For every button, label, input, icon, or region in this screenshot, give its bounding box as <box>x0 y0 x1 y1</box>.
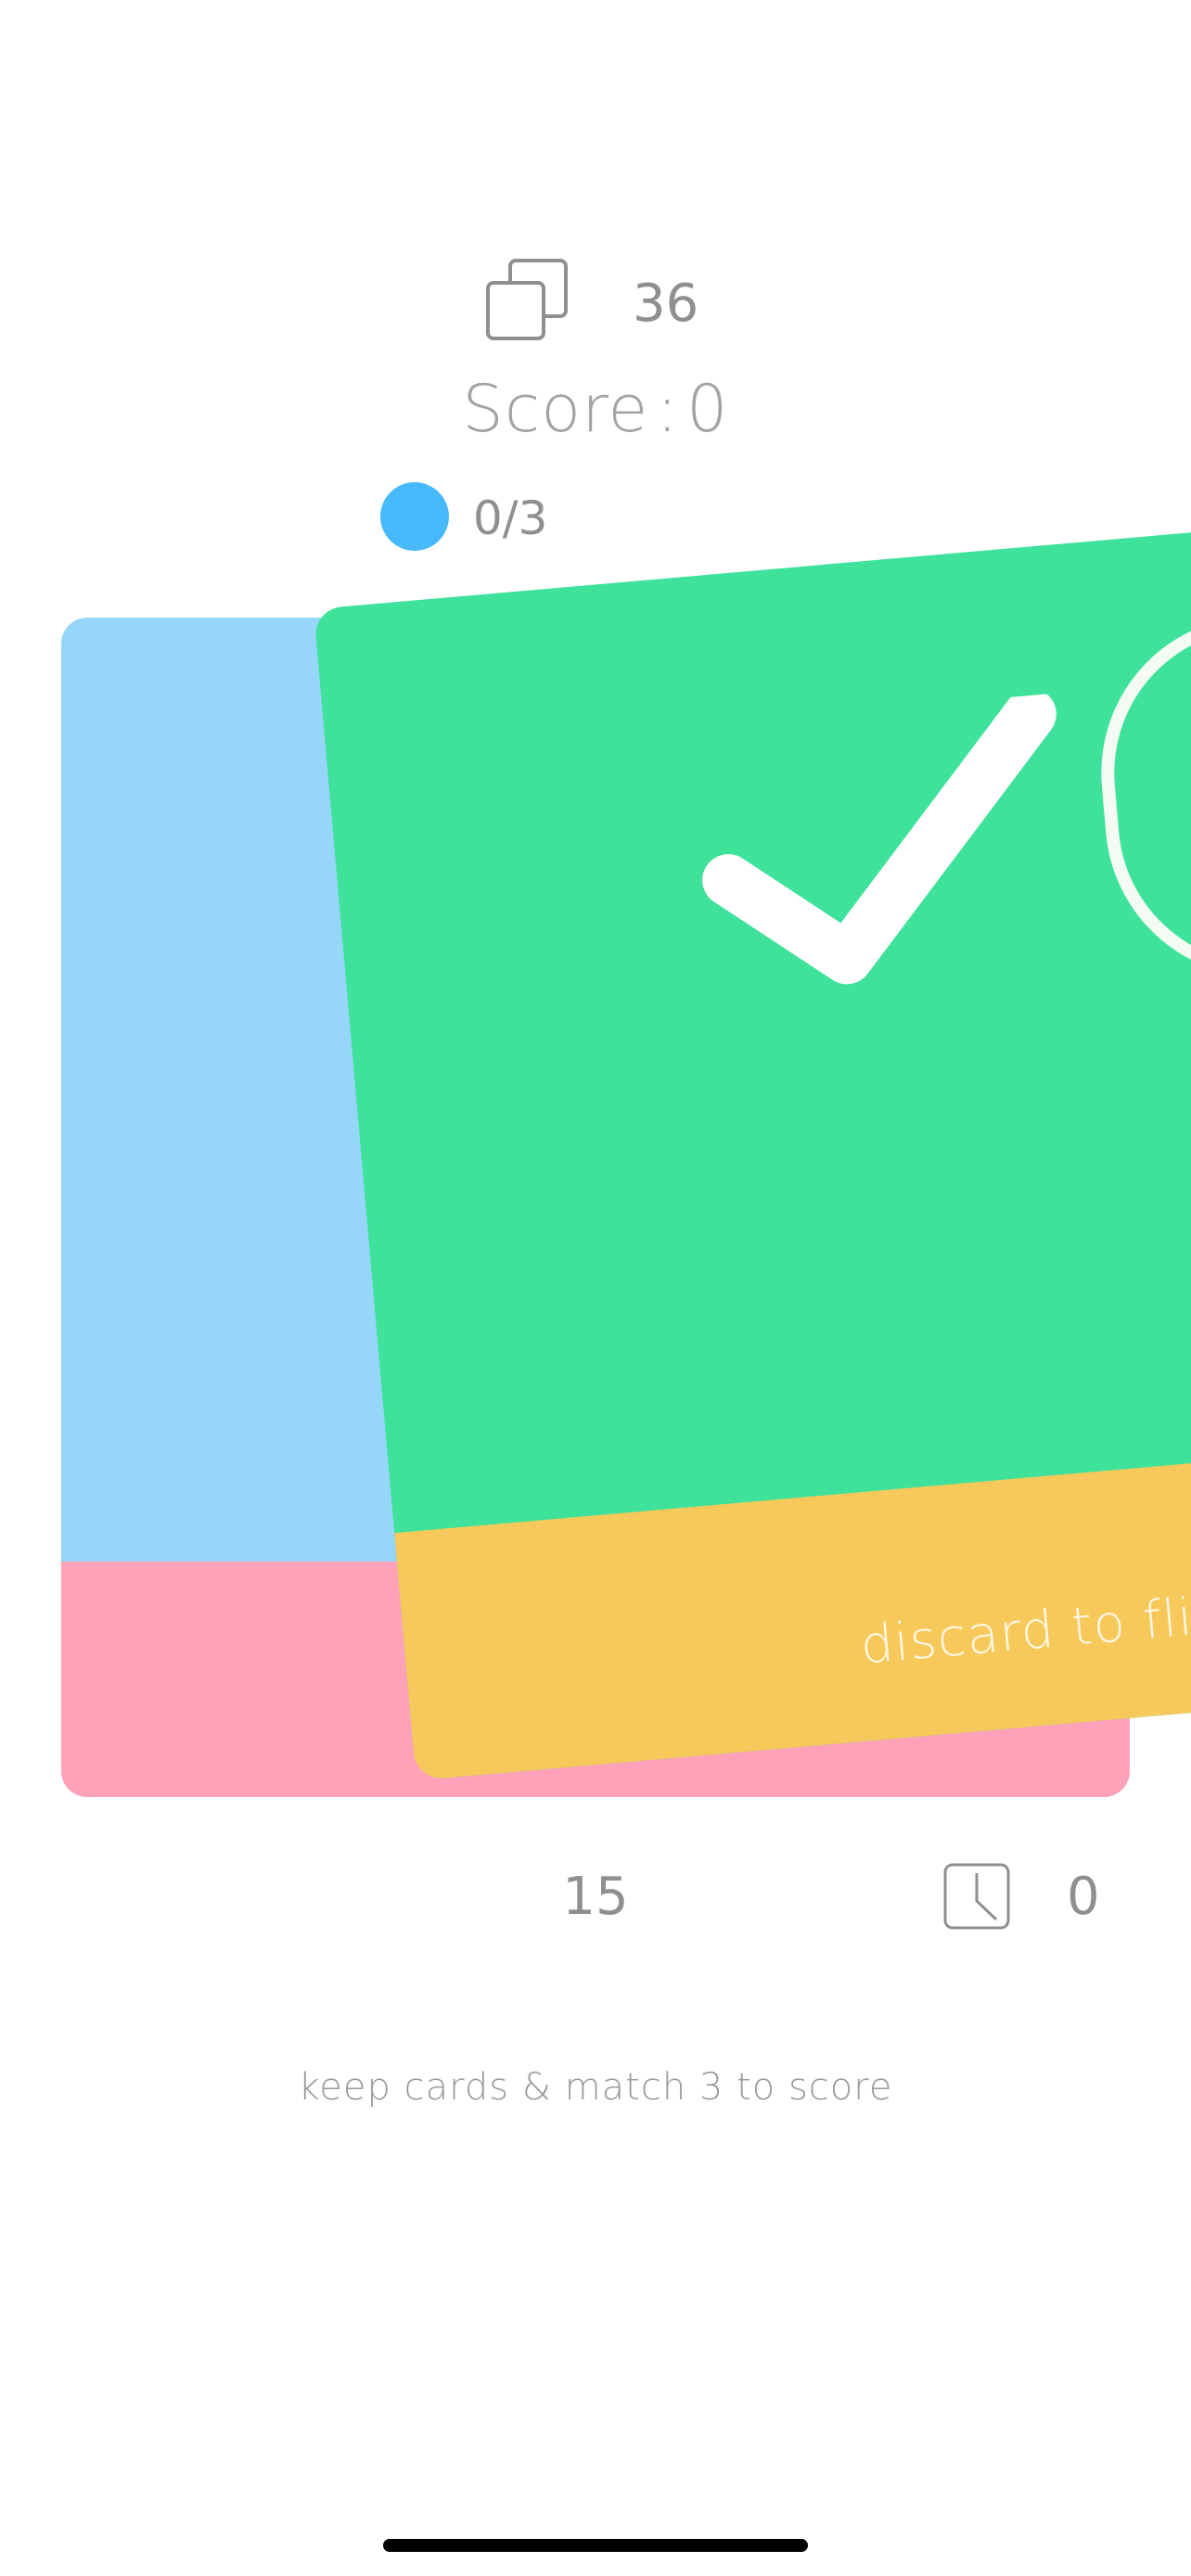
stacked-cards-icon <box>486 259 568 340</box>
discard-to-flip-label: discard to flip <box>857 1584 1191 1677</box>
clock-icon <box>943 1863 1010 1930</box>
home-indicator[interactable] <box>383 2539 808 2552</box>
front-card[interactable]: discard to flip <box>314 521 1191 1781</box>
hint-text: keep cards & match 3 to score <box>298 2066 893 2109</box>
score-separator: : <box>656 371 680 447</box>
score-display: Score:0 <box>0 371 1191 447</box>
deck-indicator: 36 <box>0 255 1191 348</box>
progress-dot-icon <box>380 482 449 551</box>
checkmark-icon <box>702 690 1057 985</box>
score-label: Score <box>462 371 649 447</box>
timer-value: 0 <box>1067 1867 1100 1927</box>
deck-count: 36 <box>633 274 699 334</box>
score-value: 0 <box>686 371 729 447</box>
remaining-count: 15 <box>562 1867 629 1927</box>
game-screen: 36 Score:0 0/3 discard to flip 15 0 keep… <box>0 0 1191 2576</box>
progress-text: 0/3 <box>473 491 548 545</box>
